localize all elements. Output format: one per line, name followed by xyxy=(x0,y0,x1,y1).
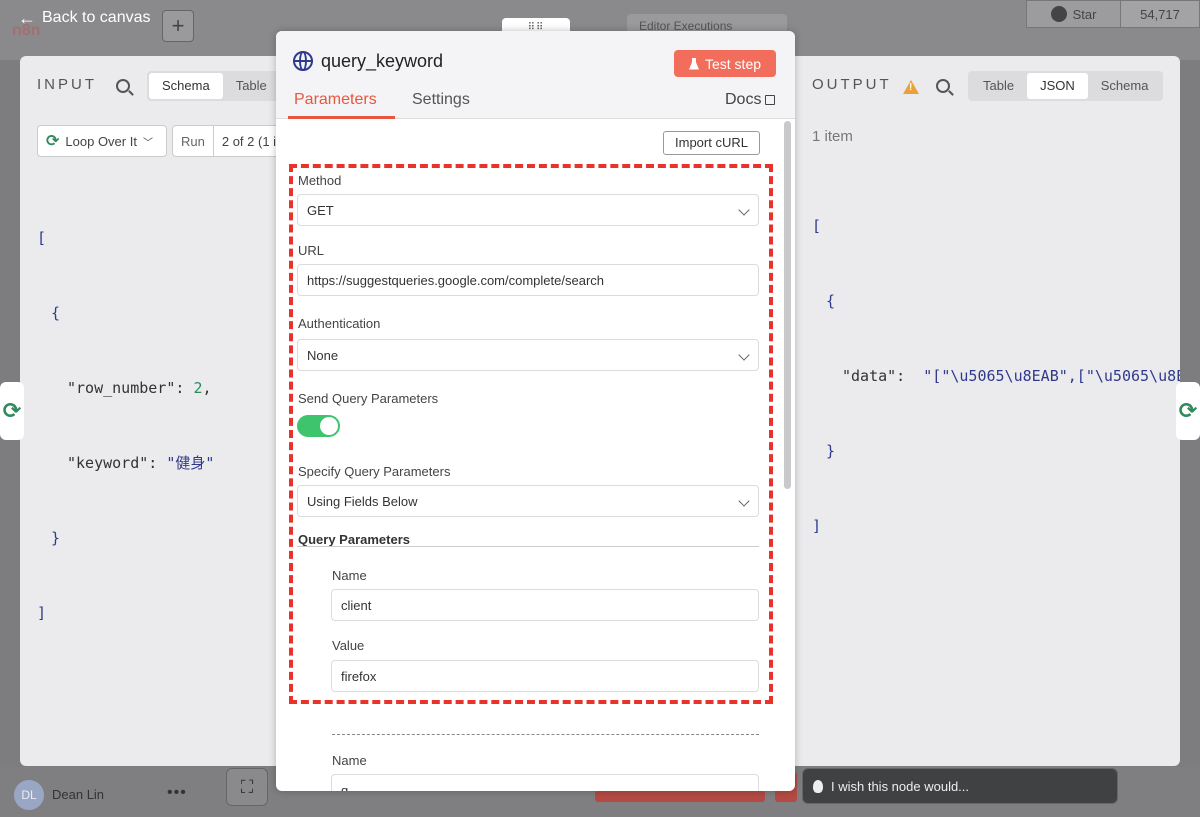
specify-query-select[interactable]: Using Fields Below xyxy=(297,485,759,517)
zoom-to-fit-button[interactable]: ⛶ xyxy=(226,768,268,806)
param-value-field[interactable]: firefox xyxy=(331,660,759,692)
add-node-button[interactable]: + xyxy=(162,10,194,42)
tab-json[interactable]: JSON xyxy=(1027,73,1088,99)
authentication-value: None xyxy=(307,347,339,363)
github-icon xyxy=(1050,6,1067,22)
lightbulb-icon xyxy=(813,779,823,793)
tab-table[interactable]: Table xyxy=(970,73,1027,99)
highlight-annotation-box xyxy=(289,164,773,704)
output-json-view: [ { "data": "["\u5065\u8EAB",["\u5065\u8… xyxy=(812,217,1180,535)
run-label: Run xyxy=(173,126,214,156)
execute-workflow-button[interactable] xyxy=(595,790,765,802)
output-view-tabs: Table JSON Schema xyxy=(968,71,1164,101)
method-select[interactable]: GET xyxy=(297,194,759,226)
method-value: GET xyxy=(307,202,334,218)
github-star-label: Star xyxy=(1072,6,1097,22)
divider xyxy=(297,546,759,547)
docs-link[interactable]: Docs xyxy=(725,91,776,109)
param-value-label: Value xyxy=(332,638,365,653)
run-value: 2 of 2 (1 it xyxy=(221,133,280,149)
authentication-label: Authentication xyxy=(298,316,381,331)
user-menu-icon[interactable]: ••• xyxy=(167,784,187,802)
param-name-value: q xyxy=(341,782,349,792)
tab-parameters[interactable]: Parameters xyxy=(294,91,377,109)
url-label: URL xyxy=(298,243,325,258)
active-tab-indicator xyxy=(288,116,395,119)
chevron-down-icon xyxy=(738,349,750,361)
specify-query-value: Using Fields Below xyxy=(307,493,418,509)
output-item-count: 1 item xyxy=(812,128,853,145)
param-name-field[interactable]: client xyxy=(331,589,759,621)
input-node-name: Loop Over It xyxy=(65,133,137,149)
authentication-select[interactable]: None xyxy=(297,339,759,371)
avatar[interactable]: DL xyxy=(14,780,44,810)
param-name-label: Name xyxy=(332,753,367,768)
globe-icon xyxy=(293,51,313,71)
node-title[interactable]: query_keyword xyxy=(321,51,443,72)
node-parameters-panel: query_keyword Test step Parameters Setti… xyxy=(276,31,795,791)
param-name-value: client xyxy=(341,597,372,613)
specify-query-label: Specify Query Parameters xyxy=(298,464,451,479)
input-panel: INPUT Schema Table ⟳ Loop Over It ﹀ Run … xyxy=(20,56,297,766)
send-query-toggle[interactable] xyxy=(297,415,340,437)
input-json-view: [ { "row_number": 2, "keyword": "健身" } ] xyxy=(37,229,215,622)
docs-label: Docs xyxy=(725,91,762,108)
flask-icon xyxy=(688,57,699,70)
tab-schema[interactable]: Schema xyxy=(149,73,223,99)
divider xyxy=(332,734,759,735)
github-star-widget[interactable]: Star 54,717 xyxy=(1026,0,1200,28)
loop-icon: ⟳ xyxy=(46,133,60,150)
user-name: Dean Lin xyxy=(52,787,105,802)
test-step-button[interactable]: Test step xyxy=(674,50,776,77)
feedback-wish-label: I wish this node would... xyxy=(831,778,970,794)
scrollbar[interactable] xyxy=(784,121,791,489)
node-header: query_keyword Test step Parameters Setti… xyxy=(276,31,795,119)
input-heading: INPUT xyxy=(37,76,97,93)
chevron-down-icon xyxy=(738,495,750,507)
param-value-value: firefox xyxy=(341,668,377,684)
chevron-down-icon: ﹀ xyxy=(142,137,153,149)
back-to-canvas-link[interactable]: ← Back to canvas xyxy=(18,9,151,27)
input-node-select[interactable]: ⟳ Loop Over It ﹀ xyxy=(37,125,167,157)
external-link-icon xyxy=(765,95,776,105)
search-icon[interactable] xyxy=(936,79,950,93)
input-view-tabs: Schema Table xyxy=(147,71,282,101)
arrow-left-icon: ← xyxy=(18,8,36,28)
output-heading: OUTPUT xyxy=(812,76,892,93)
feedback-wish-input[interactable]: I wish this node would... xyxy=(802,768,1118,804)
tab-table[interactable]: Table xyxy=(223,73,280,99)
url-field[interactable]: https://suggestqueries.google.com/comple… xyxy=(297,264,759,296)
param-name-label: Name xyxy=(332,568,367,583)
warning-icon xyxy=(903,80,919,94)
url-value: https://suggestqueries.google.com/comple… xyxy=(307,272,605,288)
param-name-field[interactable]: q xyxy=(331,774,759,791)
method-label: Method xyxy=(298,173,342,188)
tab-settings[interactable]: Settings xyxy=(412,91,470,109)
import-curl-button[interactable]: Import cURL xyxy=(663,131,760,155)
send-query-label: Send Query Parameters xyxy=(298,391,439,406)
query-parameters-label: Query Parameters xyxy=(298,532,411,547)
search-icon[interactable] xyxy=(116,79,130,93)
output-panel: OUTPUT Table JSON Schema 1 item [ { "dat… xyxy=(795,56,1180,766)
tab-schema[interactable]: Schema xyxy=(1088,73,1162,99)
back-to-canvas-label: Back to canvas xyxy=(42,9,151,26)
chevron-down-icon xyxy=(738,204,750,216)
github-star-count: 54,717 xyxy=(1121,0,1200,28)
test-step-label: Test step xyxy=(704,55,762,72)
